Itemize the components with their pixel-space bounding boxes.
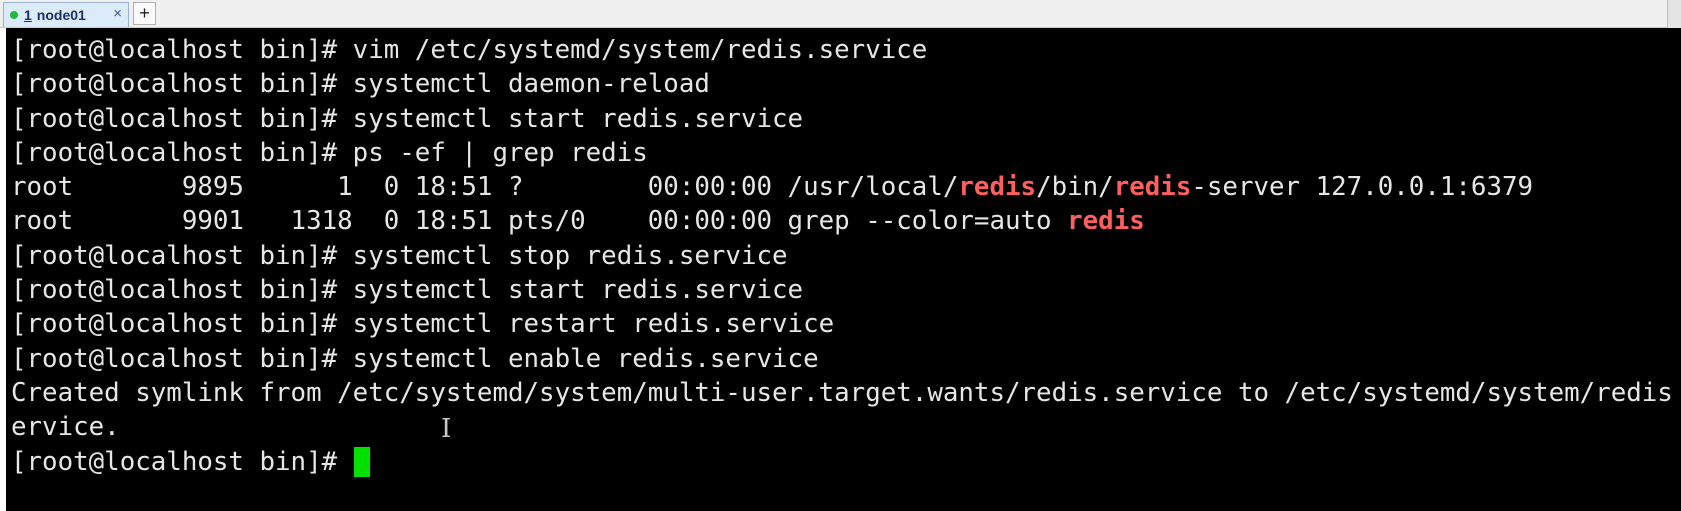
terminal-line: [root@localhost bin]# systemctl start re…	[11, 273, 1673, 307]
terminal-text: -server 127.0.0.1:6379	[1191, 172, 1534, 203]
terminal-text: [root@localhost bin]# ps -ef | grep redi…	[11, 137, 648, 168]
terminal-text: ervice.	[11, 412, 120, 443]
terminal-line: [root@localhost bin]# ps -ef | grep redi…	[11, 136, 1673, 170]
new-tab-button[interactable]: +	[133, 2, 156, 25]
terminal-text: [root@localhost bin]# systemctl daemon-r…	[11, 69, 710, 100]
tab-label: node01	[36, 7, 86, 23]
terminal-text: [root@localhost bin]# systemctl start re…	[11, 103, 804, 134]
terminal-text: root 9901 1318 0 18:51 pts/0 00:00:00 gr…	[11, 206, 1068, 237]
terminal-text: [root@localhost bin]# systemctl enable r…	[11, 343, 819, 374]
terminal-line: [root@localhost bin]# systemctl enable r…	[11, 342, 1673, 376]
terminal-text: [root@localhost bin]# vim /etc/systemd/s…	[11, 35, 928, 65]
connection-status-icon	[10, 11, 18, 19]
session-tab-node01[interactable]: 1 node01 ×	[3, 2, 129, 27]
tabbar-scroll-edge	[1667, 0, 1681, 28]
terminal-line: Created symlink from /etc/systemd/system…	[11, 376, 1673, 410]
terminal-line: root 9895 1 0 18:51 ? 00:00:00 /usr/loca…	[11, 170, 1673, 204]
close-tab-icon[interactable]: ×	[113, 5, 122, 22]
terminal-cursor	[353, 446, 370, 477]
terminal-line: [root@localhost bin]# systemctl stop red…	[11, 239, 1673, 273]
terminal-line: [root@localhost bin]# systemctl start re…	[11, 102, 1673, 136]
terminal-line: [root@localhost bin]#	[11, 445, 1673, 479]
highlighted-match: redis	[1067, 206, 1145, 237]
terminal-panel[interactable]: [root@localhost bin]# vim /etc/systemd/s…	[6, 28, 1681, 511]
terminal-text: [root@localhost bin]# systemctl stop red…	[11, 240, 788, 271]
terminal-line: [root@localhost bin]# vim /etc/systemd/s…	[11, 33, 1673, 67]
terminal-text: [root@localhost bin]# systemctl restart …	[11, 309, 835, 340]
terminal-line: root 9901 1318 0 18:51 pts/0 00:00:00 gr…	[11, 204, 1673, 238]
terminal-line: [root@localhost bin]# systemctl daemon-r…	[11, 67, 1673, 101]
terminal-text: [root@localhost bin]# systemctl start re…	[11, 275, 804, 306]
terminal-output: [root@localhost bin]# vim /etc/systemd/s…	[11, 33, 1673, 479]
highlighted-match: redis	[958, 172, 1037, 203]
terminal-line: ervice.	[11, 410, 1673, 444]
terminal-text: Created symlink from /etc/systemd/system…	[11, 377, 1673, 408]
terminal-line: [root@localhost bin]# systemctl restart …	[11, 307, 1673, 341]
text-cursor-pointer-icon: I	[441, 414, 452, 444]
tab-number: 1	[24, 7, 32, 23]
highlighted-match: redis	[1113, 172, 1192, 203]
tab-bar: 1 node01 × +	[0, 0, 1681, 28]
terminal-text: root 9895 1 0 18:51 ? 00:00:00 /usr/loca…	[11, 172, 959, 203]
terminal-text: [root@localhost bin]#	[11, 446, 353, 477]
terminal-text: /bin/	[1036, 172, 1114, 203]
